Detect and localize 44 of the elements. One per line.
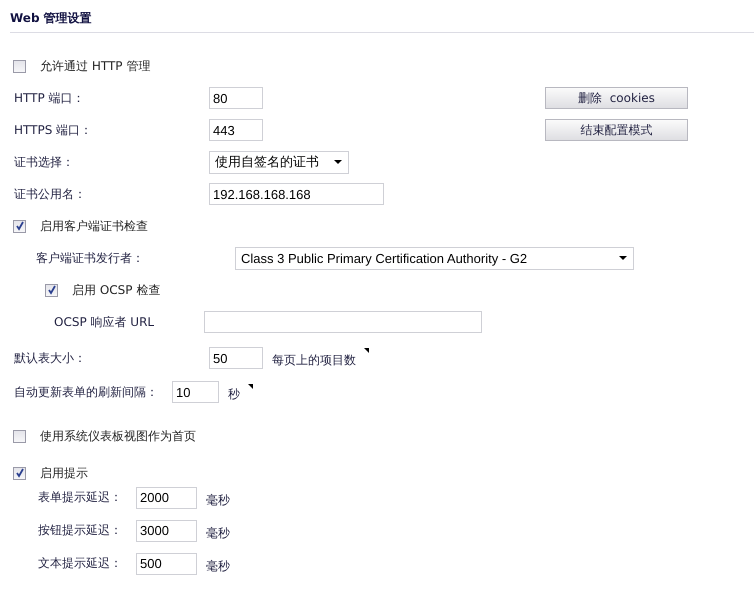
field-label: HTTP 端口：	[14, 90, 86, 106]
field-label: 文本提示延迟：	[38, 555, 123, 572]
input-field[interactable]	[204, 311, 482, 333]
field-label: 客户端证书发行者：	[36, 250, 145, 266]
field-label: 证书公用名：	[14, 186, 87, 202]
checkbox[interactable]	[13, 220, 26, 232]
dropdown[interactable]: 使用自签名的证书	[209, 150, 349, 174]
field-label: OCSP 响应者 URL	[54, 314, 156, 330]
input-field[interactable]: 80	[209, 87, 263, 109]
input-field[interactable]: 2000	[136, 486, 197, 508]
corner-mark-icon	[364, 348, 369, 353]
checkbox-label: 使用系统仪表板视图作为首页	[40, 428, 196, 444]
delete-cookies-button[interactable]: 删除 cookies	[545, 87, 688, 109]
checkbox[interactable]	[13, 60, 26, 72]
field-label: 默认表大小：	[14, 350, 87, 366]
checkbox[interactable]	[45, 284, 58, 296]
input-field[interactable]: 50	[209, 347, 263, 369]
checkbox-label: 启用 OCSP 检查	[72, 282, 160, 298]
unit-label: 毫秒	[206, 525, 230, 542]
checkbox[interactable]	[13, 430, 26, 442]
corner-mark-icon	[248, 384, 253, 389]
unit-label: 秒	[228, 386, 240, 402]
dropdown[interactable]: Class 3 Public Primary Certification Authority - G2	[235, 246, 634, 270]
field-label: 表单提示延迟：	[38, 489, 123, 506]
field-label: 证书选择：	[14, 154, 75, 170]
caret-icon	[334, 160, 342, 164]
caret-icon	[619, 256, 627, 260]
input-field[interactable]: 3000	[136, 520, 197, 542]
section-title: Web 管理设置	[9, 10, 93, 27]
input-field[interactable]: 500	[136, 552, 197, 574]
checkbox-label: 允许通过 HTTP 管理	[40, 58, 150, 74]
input-field[interactable]: 192.168.168.168	[209, 183, 384, 205]
unit-label: 每页上的项目数	[272, 352, 356, 368]
field-label: HTTPS 端口：	[14, 122, 94, 138]
end-config-button[interactable]: 结束配置模式	[545, 119, 688, 141]
checkbox-label: 启用客户端证书检查	[40, 218, 148, 234]
input-field[interactable]: 10	[172, 381, 219, 403]
field-label: 自动更新表单的刷新间隔：	[14, 384, 159, 400]
checkbox-label: 启用提示	[40, 464, 88, 482]
input-field[interactable]: 443	[209, 119, 263, 141]
field-label: 按钮提示延迟：	[38, 522, 123, 539]
unit-label: 毫秒	[206, 558, 230, 575]
unit-label: 毫秒	[206, 492, 230, 509]
checkbox[interactable]	[13, 466, 26, 480]
